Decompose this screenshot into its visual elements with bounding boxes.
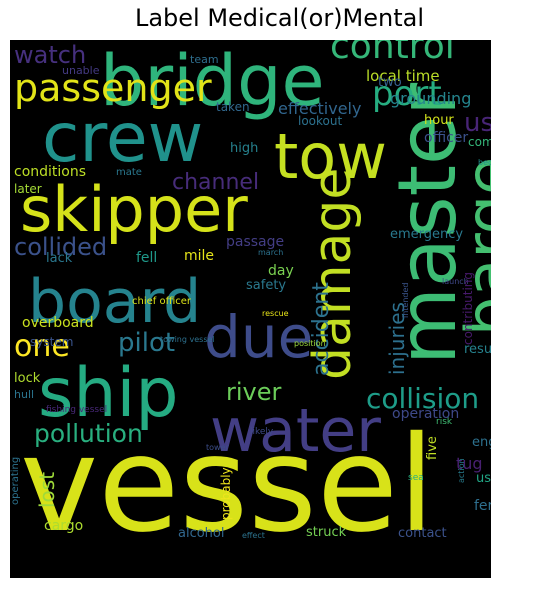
word-safety: safety <box>246 278 286 293</box>
word-action: action <box>457 458 466 483</box>
word-hull: hull <box>14 388 34 401</box>
word-company: company <box>468 135 491 149</box>
word-rescue: rescue <box>262 309 289 318</box>
word-lost: lost <box>35 472 59 508</box>
word-march: march <box>258 248 283 257</box>
word-probably: probably <box>219 467 233 520</box>
word-control: control <box>330 40 455 67</box>
word-system: system <box>30 335 73 349</box>
word-unable: unable <box>62 64 100 77</box>
word-operation: operation <box>392 406 459 422</box>
word-became: became <box>478 158 491 167</box>
word-tower: tower <box>206 443 229 452</box>
word-high: high <box>230 141 258 156</box>
word-team: team <box>190 53 219 66</box>
word-grounding: grounding <box>390 89 471 108</box>
chart-title: Label Medical(or)Mental <box>134 4 425 32</box>
word-fell: fell <box>136 250 157 266</box>
word-two: two <box>378 75 402 90</box>
word-due: due <box>204 303 313 371</box>
word-passenger: passenger <box>14 66 212 110</box>
word-lack: lack <box>46 251 73 266</box>
word-mile: mile <box>184 248 214 264</box>
word-later: later <box>14 182 42 196</box>
word-channel: channel <box>172 170 259 195</box>
word-cloud-canvas: vessel skipper board crew bridge ship water due… <box>10 40 491 578</box>
word-taken: taken <box>216 100 250 114</box>
word-contributing: contributing <box>461 272 475 345</box>
word-lookout: lookout <box>298 114 342 128</box>
word-hour: hour <box>424 113 454 128</box>
word-day: day <box>268 263 294 279</box>
word-overboard: overboard <box>22 315 94 331</box>
word-tow: tow <box>274 120 387 193</box>
word-struck: struck <box>306 525 347 540</box>
word-towing-vessel: towing vessel <box>160 335 215 344</box>
word-alcohol: alcohol <box>178 526 224 541</box>
word-position: position <box>294 339 326 348</box>
word-emergency: emergency <box>390 227 463 242</box>
word-officer: officer <box>424 130 468 146</box>
word-effect: effect <box>242 531 265 540</box>
word-mate: mate <box>116 167 142 178</box>
word-chief-officer: chief officer <box>132 296 192 307</box>
word-lock: lock <box>14 371 41 386</box>
word-contact: contact <box>398 526 447 541</box>
word-sea: sea <box>408 473 424 483</box>
word-used: used <box>476 471 491 486</box>
word-result: result <box>464 342 491 357</box>
word-likely: likely <box>250 427 274 437</box>
word-river: river <box>226 378 282 406</box>
word-accident: accident <box>309 282 334 376</box>
word-intended: intended <box>401 283 410 319</box>
word-water: water <box>210 396 381 466</box>
word-conditions: conditions <box>14 164 86 180</box>
word-operating: operating <box>10 457 21 505</box>
word-engine: engine <box>472 435 491 450</box>
word-pollution: pollution <box>34 419 143 448</box>
word-ferry: ferry <box>474 498 491 514</box>
word-five: five <box>425 436 440 460</box>
word-fishing-vessel: fishing vessel <box>46 405 107 415</box>
word-cargo: cargo <box>44 518 83 534</box>
